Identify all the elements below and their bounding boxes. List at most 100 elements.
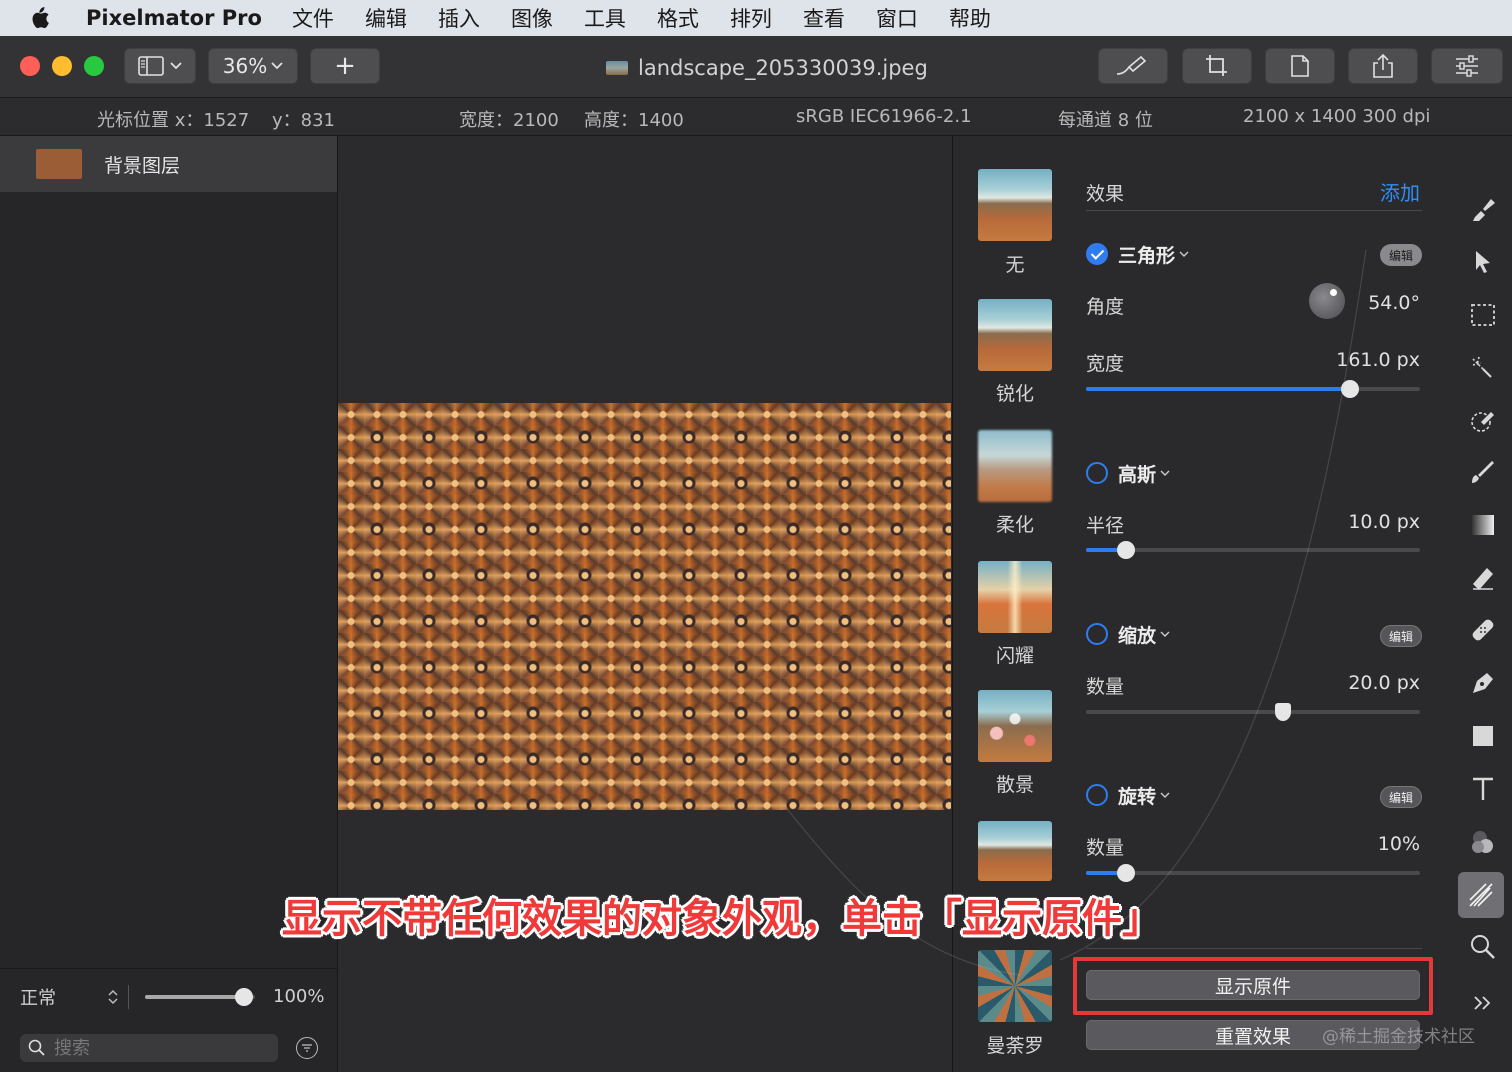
image-canvas[interactable]: [338, 403, 951, 810]
gaussian-effect-dropdown[interactable]: 高斯: [1118, 460, 1170, 487]
preset-bokeh-thumbnail[interactable]: [978, 690, 1052, 762]
zoom-amount-slider-knob[interactable]: [1275, 703, 1292, 721]
selection-tool-icon: [1471, 304, 1495, 326]
menu-help[interactable]: 帮助: [949, 3, 991, 33]
blend-mode-select[interactable]: 正常: [20, 984, 118, 1010]
preset-shine-thumbnail[interactable]: [978, 561, 1052, 633]
menu-format[interactable]: 格式: [657, 3, 699, 33]
paint-brush-icon: [1472, 461, 1494, 483]
menu-arrange[interactable]: 排列: [730, 3, 772, 33]
color-adjust-tool-button[interactable]: [1466, 825, 1500, 859]
twirl-effect-checkbox[interactable]: [1086, 784, 1108, 806]
document-icon: [1291, 55, 1309, 77]
chevron-down-icon: [1160, 631, 1170, 637]
zoom-edit-button[interactable]: 编辑: [1380, 625, 1422, 647]
triangle-edit-button[interactable]: 编辑: [1380, 244, 1422, 266]
opacity-slider[interactable]: [145, 987, 255, 1006]
search-icon: [28, 1039, 45, 1056]
menu-image[interactable]: 图像: [511, 3, 553, 33]
pen-icon: [1473, 673, 1493, 693]
color-picker-tool-button[interactable]: [1466, 403, 1500, 437]
zoom-window-button[interactable]: [84, 56, 104, 76]
opacity-slider-fill: [145, 994, 244, 999]
menu-file[interactable]: 文件: [292, 3, 334, 33]
zoom-effect-dropdown[interactable]: 缩放: [1118, 621, 1170, 648]
layer-thumbnail: [36, 149, 82, 179]
preset-none-thumbnail[interactable]: [978, 169, 1052, 241]
shape-tool-button[interactable]: [1466, 719, 1500, 753]
zoom-effect-checkbox[interactable]: [1086, 623, 1108, 645]
effects-tool-button[interactable]: [1458, 872, 1504, 918]
paint-tool-button[interactable]: [1466, 455, 1500, 489]
twirl-effect-dropdown[interactable]: 旋转: [1118, 782, 1170, 809]
twirl-edit-button[interactable]: 编辑: [1380, 786, 1422, 808]
arrange-tool-icon: [1476, 251, 1490, 273]
magic-selection-tool-button[interactable]: [1466, 350, 1500, 384]
triangle-width-slider-knob[interactable]: [1340, 380, 1359, 398]
triangle-effect-dropdown[interactable]: 三角形: [1118, 241, 1189, 268]
twirl-amount-slider-knob[interactable]: [1117, 864, 1136, 882]
filter-icon: [302, 1044, 312, 1052]
twirl-amount-slider[interactable]: [1086, 864, 1420, 882]
preset-sharpen-thumbnail[interactable]: [978, 299, 1052, 371]
triangle-effect-name: 三角形: [1118, 245, 1176, 267]
menu-insert[interactable]: 插入: [438, 3, 480, 33]
gaussian-effect-name: 高斯: [1118, 464, 1157, 486]
style-tool-button[interactable]: [1466, 192, 1500, 226]
chevron-down-icon: [170, 62, 182, 70]
angle-dial[interactable]: [1309, 283, 1345, 319]
add-button[interactable]: +: [310, 48, 380, 84]
crop-button[interactable]: [1182, 48, 1252, 84]
more-tools-button[interactable]: [1466, 986, 1500, 1020]
triangle-effect-checkbox[interactable]: [1086, 243, 1108, 265]
zoom-amount-slider-fill: [1086, 710, 1283, 714]
highlight-box: [1073, 957, 1433, 1015]
menu-view[interactable]: 查看: [803, 3, 845, 33]
type-tool-button[interactable]: [1466, 772, 1500, 806]
minimize-window-button[interactable]: [52, 56, 72, 76]
radius-value: 10.0 px: [1348, 511, 1420, 533]
arrange-tool-button[interactable]: [1466, 245, 1500, 279]
chevron-down-icon: [1160, 470, 1170, 476]
info-bar: 光标位置 x：1527 y：831 宽度：2100 高度：1400 sRGB I…: [0, 98, 1512, 136]
eraser-tool-button[interactable]: [1466, 561, 1500, 595]
zoom-level-dropdown[interactable]: 36%: [208, 48, 298, 84]
opacity-slider-knob[interactable]: [235, 987, 253, 1006]
zoom-tool-button[interactable]: [1466, 930, 1500, 964]
dimensions-readout: 2100 x 1400 300 dpi: [1243, 106, 1431, 127]
document-button[interactable]: [1265, 48, 1335, 84]
triangle-width-slider[interactable]: [1086, 380, 1420, 398]
add-effect-button[interactable]: 添加: [1380, 177, 1420, 206]
preset-partial-thumbnail[interactable]: [978, 821, 1052, 881]
zoom-level-value: 36%: [222, 54, 268, 78]
selection-tool-button[interactable]: [1466, 298, 1500, 332]
twirl-amount-label: 数量: [1086, 837, 1125, 859]
menu-edit[interactable]: 编辑: [365, 3, 407, 33]
gradient-tool-button[interactable]: [1466, 508, 1500, 542]
apple-icon[interactable]: [28, 0, 78, 36]
repair-tool-button[interactable]: [1466, 613, 1500, 647]
tools-settings-button[interactable]: [1431, 48, 1503, 84]
filter-button[interactable]: [296, 1037, 318, 1059]
radius-slider-knob[interactable]: [1117, 541, 1136, 559]
zoom-amount-slider[interactable]: [1086, 703, 1420, 721]
gaussian-effect-checkbox[interactable]: [1086, 462, 1108, 484]
app-name-menu[interactable]: Pixelmator Pro: [86, 6, 262, 30]
preset-mandala-thumbnail[interactable]: [978, 950, 1052, 1022]
share-button[interactable]: [1348, 48, 1418, 84]
pen-tool-button[interactable]: [1466, 666, 1500, 700]
triangle-width-label: 宽度: [1086, 353, 1125, 375]
layer-name: 背景图层: [104, 154, 181, 177]
search-input[interactable]: [54, 1037, 264, 1059]
menu-tools[interactable]: 工具: [584, 3, 626, 33]
layer-row[interactable]: 背景图层: [0, 136, 337, 192]
sidebar-toggle-button[interactable]: [124, 48, 196, 84]
close-window-button[interactable]: [20, 56, 40, 76]
repair-icon: [1472, 619, 1494, 641]
menu-window[interactable]: 窗口: [876, 3, 918, 33]
preset-soften-thumbnail[interactable]: [978, 430, 1052, 502]
brush-stroke-button[interactable]: [1098, 48, 1168, 84]
more-tools-icon: [1474, 996, 1491, 1010]
radius-slider[interactable]: [1086, 541, 1420, 559]
document-title: landscape_205330039.jpeg: [606, 54, 928, 82]
